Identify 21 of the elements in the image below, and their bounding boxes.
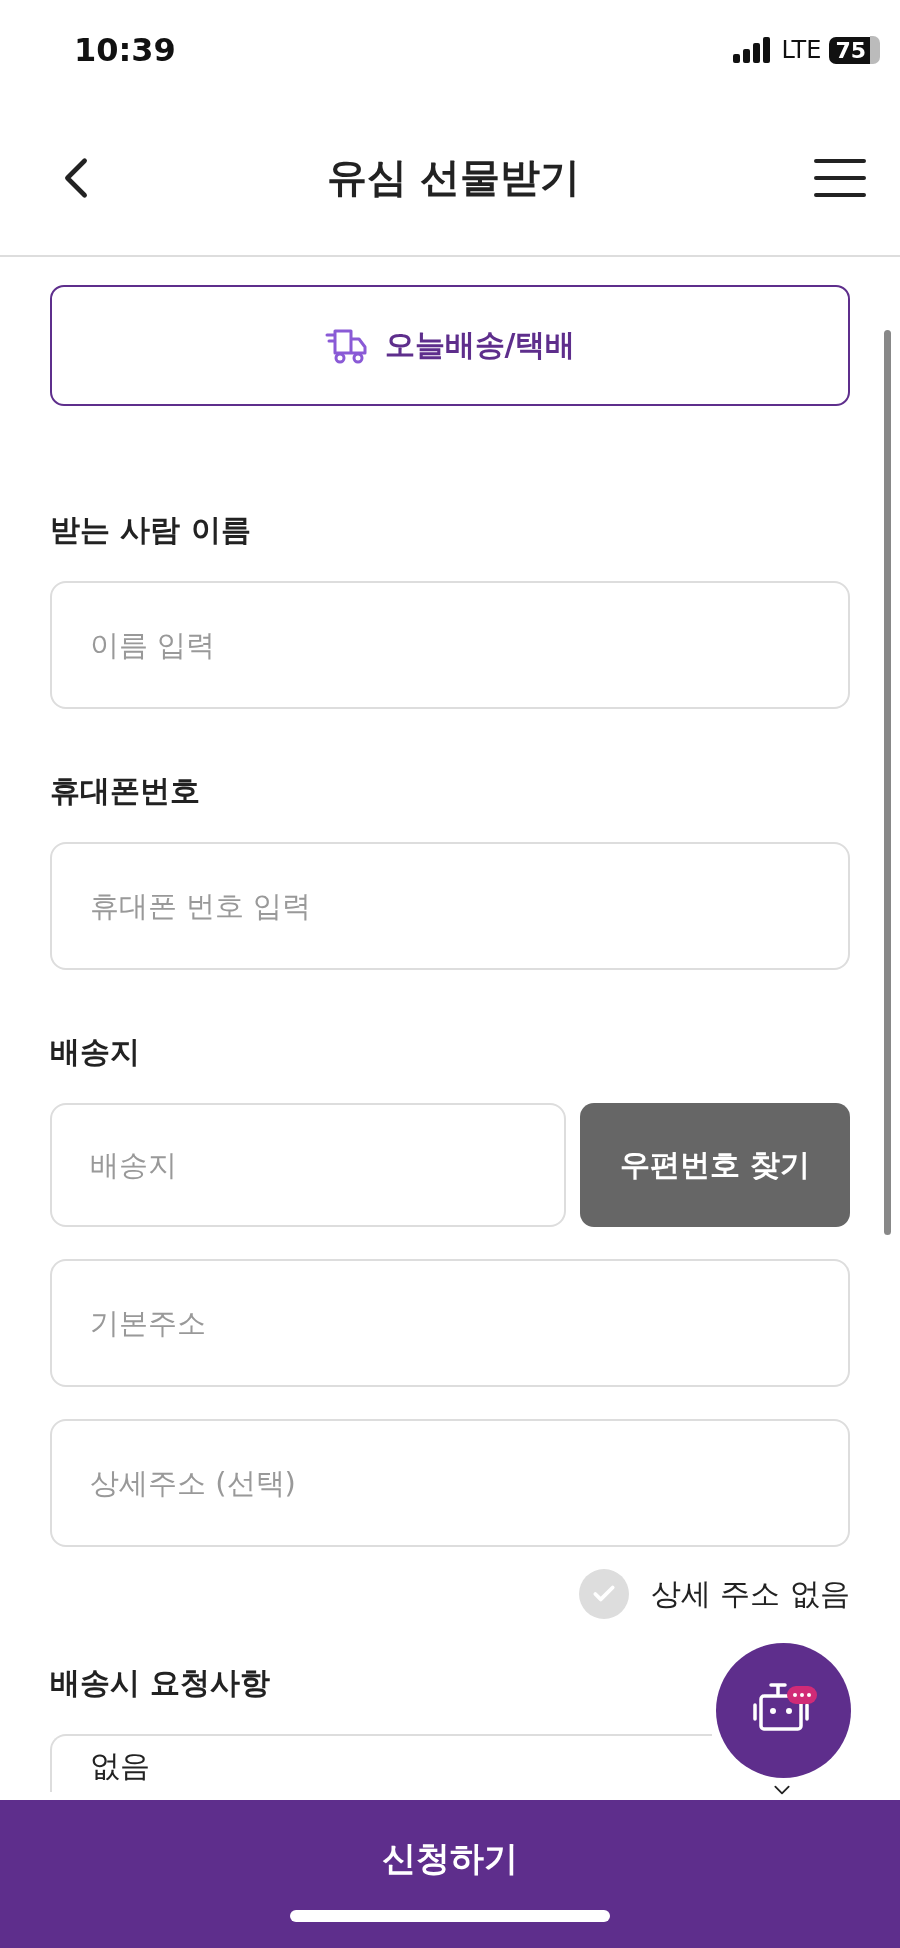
status-time: 10:39	[74, 31, 176, 69]
page-title: 유심 선물받기	[326, 153, 581, 202]
field-label: 배송지	[50, 1033, 141, 1071]
field-label: 휴대폰번호	[50, 772, 201, 810]
checkbox[interactable]	[578, 1569, 629, 1619]
field-label: 받는 사람 이름	[50, 511, 252, 549]
battery-indicator: 75	[829, 36, 870, 64]
input-field[interactable]: 배송지	[50, 1103, 566, 1227]
input-field[interactable]: 상세주소 (선택)	[50, 1419, 850, 1547]
field-label: 배송시 요청사항	[50, 1664, 272, 1702]
menu-icon	[814, 157, 866, 198]
select-field[interactable]: 없음	[50, 1734, 712, 1792]
input-field[interactable]: 이름 입력	[50, 581, 850, 709]
checkbox-label: 상세 주소 없음	[650, 1574, 850, 1613]
postcode-search-button[interactable]: 우편번호 찾기	[580, 1103, 850, 1227]
input-field[interactable]: 기본주소	[50, 1259, 850, 1387]
delivery-option-button[interactable]: 오늘배송/택배	[50, 285, 850, 406]
network-label: LTE	[781, 36, 822, 64]
submit-button[interactable]: 신청하기	[362, 1836, 538, 1882]
battery-tail	[870, 36, 880, 64]
input-field[interactable]: 휴대폰 번호 입력	[50, 842, 850, 970]
